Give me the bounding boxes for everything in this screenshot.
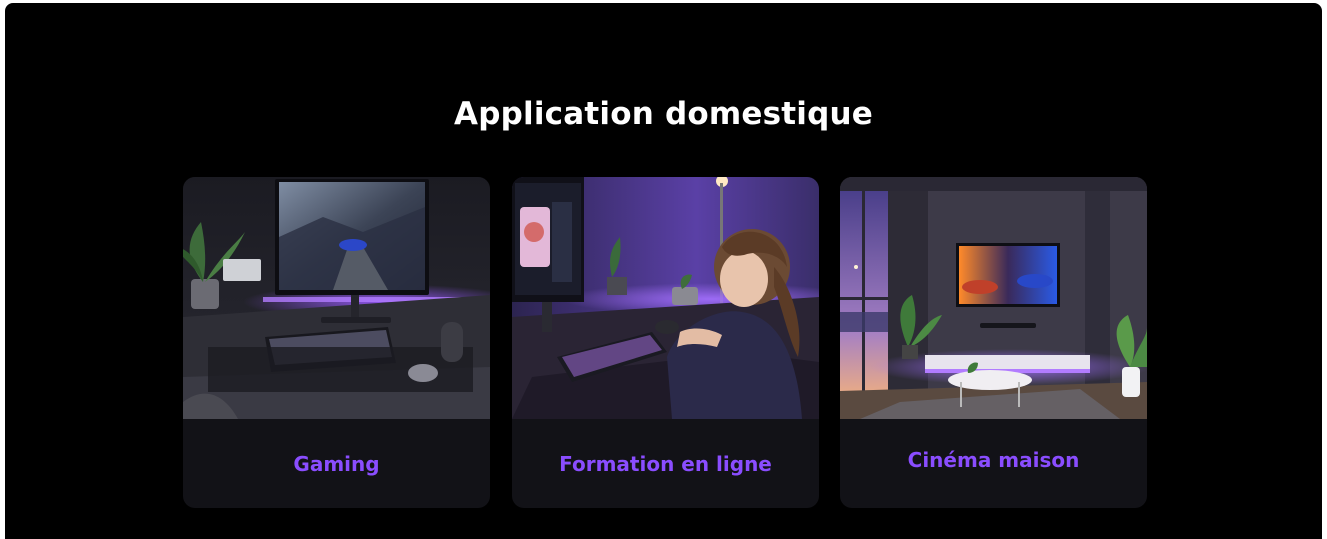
card-label-online-learning: Formation en ligne — [559, 452, 772, 476]
gaming-desk-photo — [183, 177, 490, 419]
online-learning-photo — [512, 177, 819, 419]
card-gaming[interactable]: Gaming — [183, 177, 490, 508]
card-label-gaming: Gaming — [293, 452, 380, 476]
home-cinema-photo — [840, 177, 1147, 419]
section-title: Application domestique — [454, 96, 873, 132]
page-section: Application domestique Gaming Formation … — [5, 3, 1322, 539]
card-label-home-cinema: Cinéma maison — [907, 448, 1080, 472]
card-home-cinema[interactable]: Cinéma maison — [840, 177, 1147, 508]
card-online-learning[interactable]: Formation en ligne — [512, 177, 819, 508]
